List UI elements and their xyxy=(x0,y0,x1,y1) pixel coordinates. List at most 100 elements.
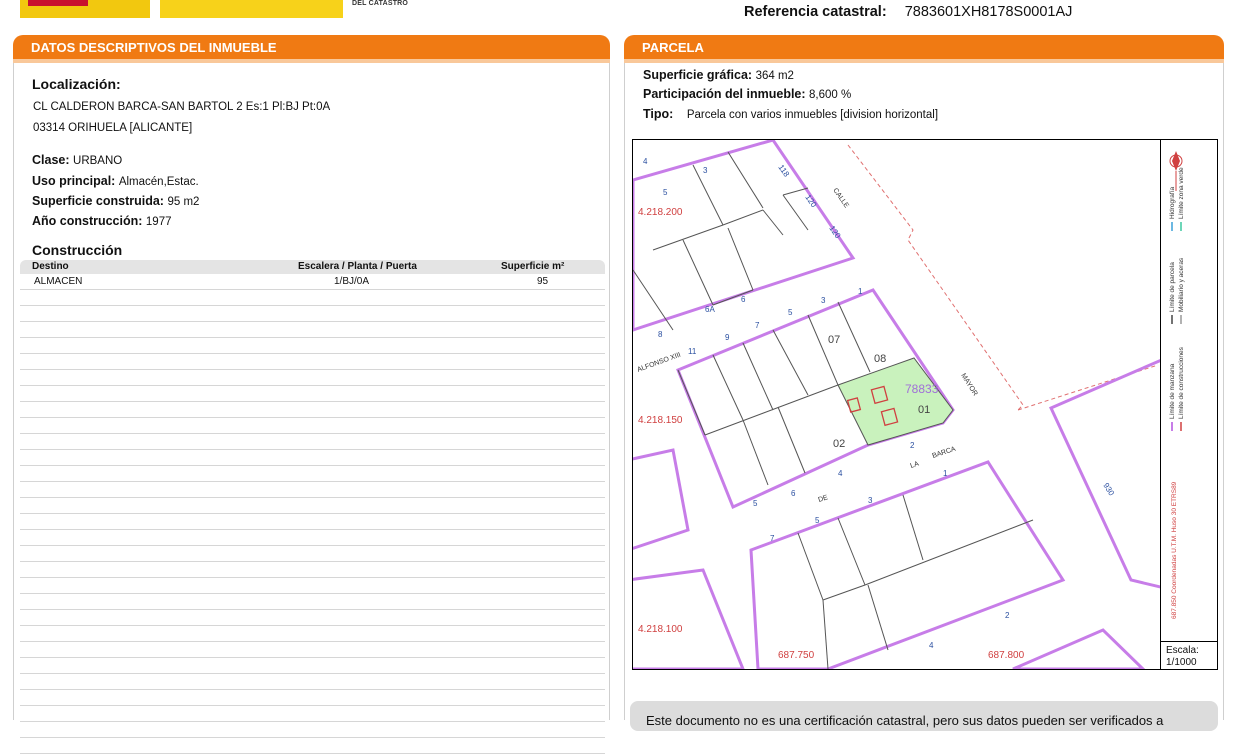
reference-header: Referencia catastral: 7883601XH8178S0001… xyxy=(744,4,1072,20)
street-barca: BARCA xyxy=(931,446,956,460)
footer-note: Este documento no es una certificación c… xyxy=(630,701,1218,731)
participacion-row: Participación del inmueble: 8,600 % xyxy=(643,87,851,101)
logo-right xyxy=(160,0,343,18)
coord-y-2: 4.218.150 xyxy=(638,415,683,426)
sup-grafica-value: 364 m2 xyxy=(755,70,794,82)
coord-labels: 4.218.200 4.218.150 4.218.100 687.750 68… xyxy=(638,207,1025,661)
svg-text:5: 5 xyxy=(753,499,758,508)
svg-text:2: 2 xyxy=(910,441,915,450)
svg-text:6A: 6A xyxy=(705,305,715,314)
svg-text:5: 5 xyxy=(815,516,820,525)
svg-text:3: 3 xyxy=(821,296,826,305)
street-de: DE xyxy=(817,494,829,504)
superficie-row: Superficie construida: 95 m2 xyxy=(32,194,199,208)
block-lower xyxy=(749,460,1066,669)
inmueble-title-prefix: DATOS DESCRIPTIVOS DEL xyxy=(31,40,209,55)
svg-text:2: 2 xyxy=(1005,611,1010,620)
table-row-empty xyxy=(20,722,605,738)
block-02: 02 xyxy=(833,438,845,450)
coord-y-1: 4.218.200 xyxy=(638,207,683,218)
svg-text:Mobiliario y aceras: Mobiliario y aceras xyxy=(1178,257,1185,312)
block-left-mid xyxy=(633,448,690,550)
left-panel-border-l xyxy=(13,63,14,720)
tipo-label: Tipo: xyxy=(643,107,674,121)
table-row-empty xyxy=(20,626,605,642)
table-row-empty xyxy=(20,578,605,594)
inmueble-section-header: DATOS DESCRIPTIVOS DEL INMUEBLE xyxy=(13,35,610,63)
coord-x-2: 687.800 xyxy=(988,650,1025,661)
street-calle: CALLE xyxy=(831,187,850,209)
legend-items: Límite de manzana Límite de construccion… xyxy=(1169,167,1185,431)
svg-text:7: 7 xyxy=(755,321,760,330)
svg-text:3: 3 xyxy=(868,496,873,505)
parcel-highlight xyxy=(838,358,953,445)
street-alfonso: ALFONSO XIII xyxy=(636,352,682,374)
block-01: 01 xyxy=(918,404,930,416)
map-drawing: 4.218.200 4.218.150 4.218.100 687.750 68… xyxy=(633,140,1161,669)
table-row-empty xyxy=(20,418,605,434)
construccion-table: Destino Escalera / Planta / Puerta Super… xyxy=(20,260,605,754)
svg-text:4: 4 xyxy=(838,469,843,478)
empty-rows xyxy=(20,290,605,754)
block-08: 08 xyxy=(874,353,886,365)
table-row-empty xyxy=(20,658,605,674)
parcel-ref-label: 78833 xyxy=(905,382,939,396)
address-line1: CL CALDERON BARCA-SAN BARTOL 2 Es:1 Pl:B… xyxy=(33,101,331,113)
table-row-empty xyxy=(20,434,605,450)
scale-label: Escala: xyxy=(1166,645,1199,656)
anio-value: 1977 xyxy=(145,216,172,228)
parcela-section-header: PARCELA xyxy=(624,35,1224,63)
svg-text:5: 5 xyxy=(663,188,668,197)
ref-label: Referencia catastral: xyxy=(744,4,887,20)
block-07: 07 xyxy=(828,334,840,346)
map-legend: Límite de manzana Límite de construccion… xyxy=(1160,139,1218,670)
legend-coords-note: 687.850 Coordenadas U.T.M. Huso 30 ETRS8… xyxy=(1171,481,1178,619)
svg-text:5: 5 xyxy=(788,308,793,317)
svg-text:4: 4 xyxy=(929,641,934,650)
col-destino: Destino xyxy=(32,261,69,272)
table-row-empty xyxy=(20,322,605,338)
svg-text:Límite de manzana: Límite de manzana xyxy=(1169,363,1176,419)
svg-text:Hidrografía: Hidrografía xyxy=(1169,186,1176,219)
svg-text:120: 120 xyxy=(803,193,818,210)
construccion-label: Construcción xyxy=(32,242,123,258)
table-row-empty xyxy=(20,354,605,370)
tipo-value: Parcela con varios inmuebles [division h… xyxy=(686,109,939,121)
cadastral-map[interactable]: 4.218.200 4.218.150 4.218.100 687.750 68… xyxy=(632,139,1218,670)
table-row-empty xyxy=(20,594,605,610)
svg-text:3: 3 xyxy=(703,166,708,175)
coord-y-3: 4.218.100 xyxy=(638,624,683,635)
svg-text:7: 7 xyxy=(770,534,775,543)
zone-boundary xyxy=(847,144,1024,411)
localizacion-label: Localización: xyxy=(32,76,121,92)
cell-superficie: 95 xyxy=(537,276,549,287)
ref-value: 7883601XH8178S0001AJ xyxy=(904,4,1073,20)
logo-accent xyxy=(28,0,88,6)
svg-text:9: 9 xyxy=(725,333,730,342)
svg-text:8: 8 xyxy=(658,330,663,339)
sup-grafica-label: Superficie gráfica: xyxy=(643,68,753,82)
anio-row: Año construcción: 1977 xyxy=(32,214,172,228)
scale-value: 1/1000 xyxy=(1166,657,1197,668)
cell-escalera: 1/BJ/0A xyxy=(334,276,370,287)
map-scale: Escala: 1/1000 xyxy=(1160,641,1218,670)
cell-destino: ALMACEN xyxy=(34,276,83,287)
anio-label: Año construcción: xyxy=(32,214,143,228)
table-row-empty xyxy=(20,466,605,482)
street-mayor: MAYOR xyxy=(959,372,978,397)
table-row-empty xyxy=(20,450,605,466)
table-row: ALMACEN 1/BJ/0A 95 xyxy=(20,274,605,290)
svg-text:930: 930 xyxy=(1101,481,1116,498)
table-row-empty xyxy=(20,674,605,690)
svg-text:4: 4 xyxy=(643,157,648,166)
uso-label: Uso principal: xyxy=(32,174,116,188)
lot-lines-top-left xyxy=(633,151,809,331)
right-panel-border-l xyxy=(624,63,625,720)
svg-text:1: 1 xyxy=(943,469,948,478)
street-labels: CALLE MAYOR ALFONSO XIII LA BARCA DE xyxy=(636,187,978,504)
street-la: LA xyxy=(909,460,920,469)
address-line2: 03314 ORIHUELA [ALICANTE] xyxy=(33,122,193,134)
legend-drawing: Límite de manzana Límite de construccion… xyxy=(1169,151,1185,619)
col-superficie: Superficie m² xyxy=(501,261,565,272)
table-row-empty xyxy=(20,690,605,706)
